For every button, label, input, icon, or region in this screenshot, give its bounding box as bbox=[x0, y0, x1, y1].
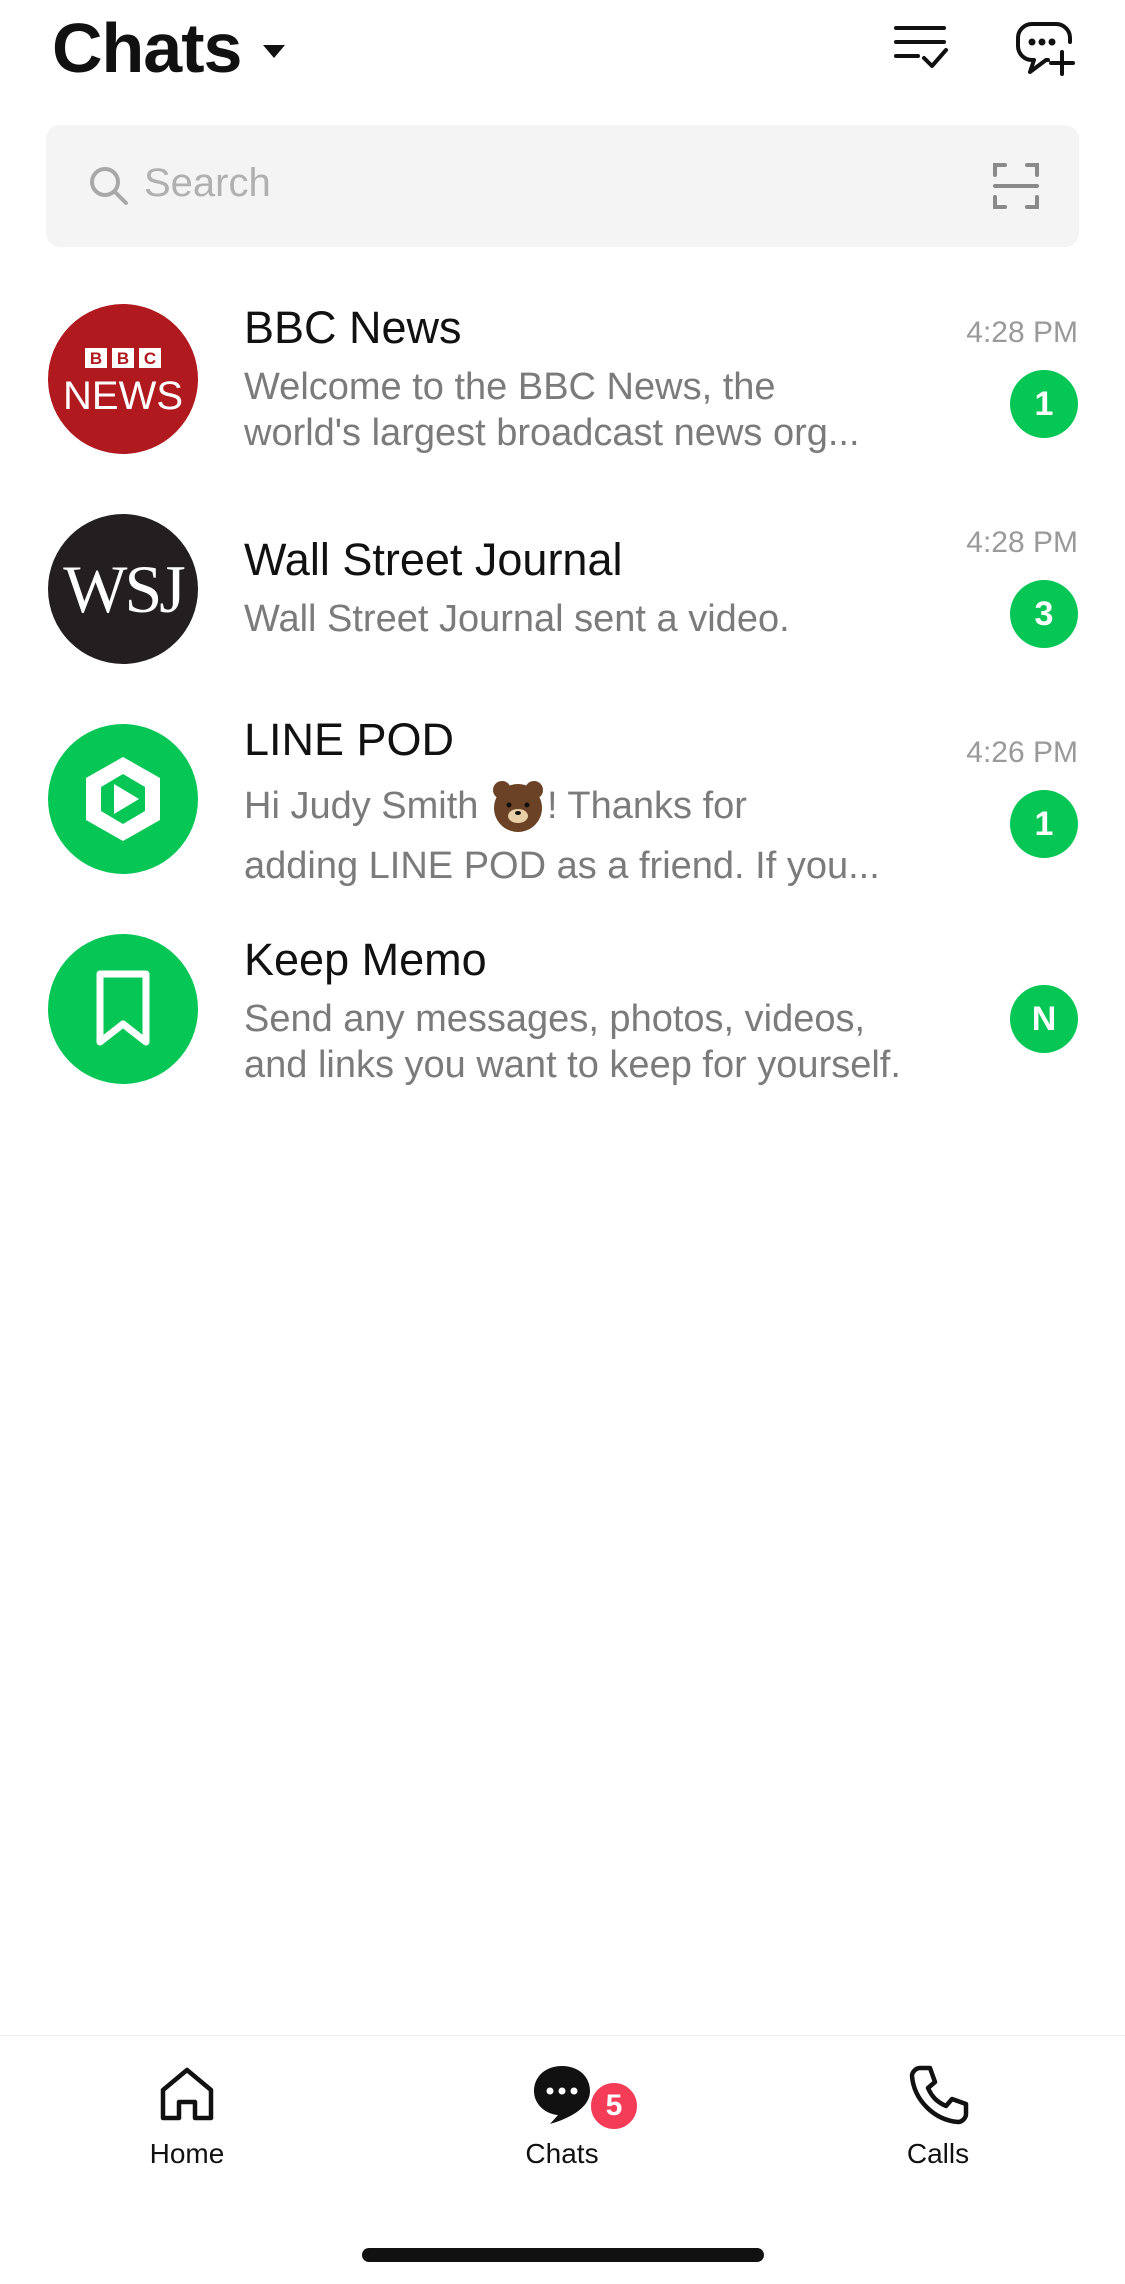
brown-bear-emoji-icon bbox=[489, 777, 547, 835]
keep-memo-avatar bbox=[48, 934, 198, 1084]
scan-icon[interactable] bbox=[991, 161, 1041, 211]
chat-row-wall-street-journal[interactable]: WSJ Wall Street Journal Wall Street Jour… bbox=[0, 510, 1125, 715]
wsj-avatar: WSJ bbox=[48, 514, 198, 664]
chat-preview: Hi Judy Smith ! Thanks for adding LINE P… bbox=[244, 776, 934, 896]
chat-time: 4:28 PM bbox=[966, 526, 1078, 559]
tab-label: Calls bbox=[906, 2138, 970, 2169]
bbc-news-avatar: B B C NEWS bbox=[48, 304, 198, 454]
tab-label: Chats bbox=[525, 2138, 599, 2169]
chat-preview-line: Welcome to the BBC News, the bbox=[244, 366, 776, 408]
chat-name: BBC News bbox=[244, 302, 462, 353]
chat-preview-line: Wall Street Journal sent a video. bbox=[244, 598, 790, 640]
svg-text:B: B bbox=[117, 349, 129, 368]
search-bar[interactable]: Search bbox=[46, 125, 1079, 247]
chat-preview: Welcome to the BBC News, the world's lar… bbox=[244, 364, 934, 456]
chat-row-line-pod[interactable]: LINE POD Hi Judy Smith ! Thanks for addi… bbox=[0, 714, 1125, 925]
unread-badge: 1 bbox=[1010, 370, 1078, 438]
chat-preview-text: ! Thanks for bbox=[546, 785, 747, 827]
svg-text:B: B bbox=[90, 349, 102, 368]
chat-preview-line: world's largest broadcast news org... bbox=[244, 412, 860, 454]
new-badge: N bbox=[1010, 985, 1078, 1053]
chat-row-bbc-news[interactable]: B B C NEWS BBC News Welcome to the BBC N… bbox=[0, 300, 1125, 505]
unread-badge: 1 bbox=[1010, 790, 1078, 858]
unread-badge: 3 bbox=[1010, 580, 1078, 648]
home-icon bbox=[155, 2062, 219, 2126]
chat-preview-line: Send any messages, photos, videos, bbox=[244, 998, 866, 1040]
chat-preview: Send any messages, photos, videos, and l… bbox=[244, 996, 964, 1088]
chat-preview: Wall Street Journal sent a video. bbox=[244, 596, 934, 642]
chat-name: LINE POD bbox=[244, 714, 455, 765]
chat-preview-line: adding LINE POD as a friend. If you... bbox=[244, 845, 880, 887]
chat-time: 4:28 PM bbox=[966, 316, 1078, 349]
svg-text:WSJ: WSJ bbox=[63, 551, 185, 627]
phone-icon bbox=[906, 2062, 970, 2126]
chats-title-dropdown[interactable]: Chats bbox=[52, 8, 286, 88]
tab-home[interactable]: Home bbox=[87, 2062, 287, 2172]
chat-time: 4:26 PM bbox=[966, 736, 1078, 769]
chat-name: Wall Street Journal bbox=[244, 534, 623, 585]
bbc-news-logo-text: NEWS bbox=[63, 374, 183, 418]
edit-list-icon[interactable] bbox=[888, 16, 952, 80]
tab-label: Home bbox=[149, 2138, 225, 2169]
page-title: Chats bbox=[52, 9, 242, 87]
chat-preview-text: Hi Judy Smith bbox=[244, 785, 489, 827]
tab-calls[interactable]: Calls bbox=[838, 2062, 1038, 2172]
chat-row-keep-memo[interactable]: Keep Memo Send any messages, photos, vid… bbox=[0, 930, 1125, 1135]
bottom-tab-bar: Home Chats 5 Calls bbox=[0, 2035, 1125, 2284]
line-pod-avatar bbox=[48, 724, 198, 874]
svg-text:C: C bbox=[144, 349, 156, 368]
new-chat-icon[interactable] bbox=[1012, 16, 1076, 80]
chat-name: Keep Memo bbox=[244, 934, 487, 985]
chat-preview-line: and links you want to keep for yourself. bbox=[244, 1044, 901, 1086]
home-indicator[interactable] bbox=[362, 2248, 764, 2262]
chat-bubble-icon bbox=[530, 2062, 594, 2126]
chat-preview-line: Hi Judy Smith ! Thanks for bbox=[244, 776, 934, 836]
search-icon bbox=[86, 163, 132, 209]
caret-down-icon bbox=[263, 44, 286, 58]
header: Chats bbox=[0, 0, 1125, 110]
search-input[interactable]: Search bbox=[144, 161, 271, 206]
chats-unread-badge: 5 bbox=[588, 2080, 640, 2132]
